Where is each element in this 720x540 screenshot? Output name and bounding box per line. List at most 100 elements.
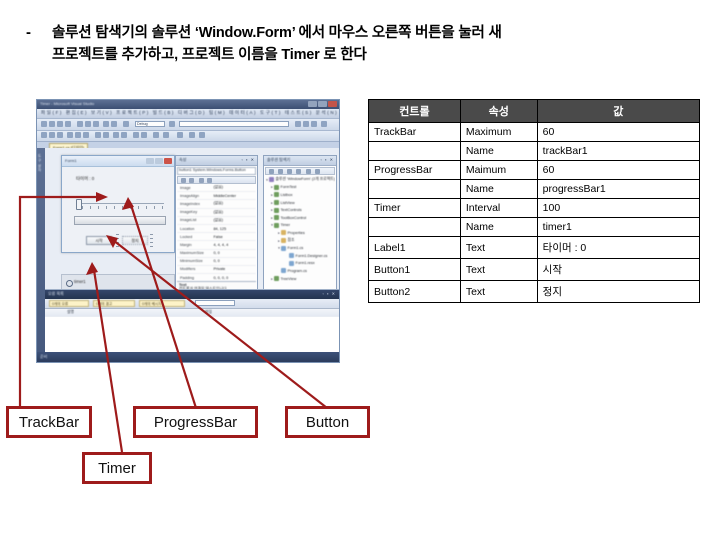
close-icon[interactable]	[328, 101, 337, 107]
refresh-icon[interactable]	[269, 169, 274, 174]
find-icon[interactable]	[169, 121, 175, 127]
error-list-filter-bar[interactable]: 0개의 오류 0개의 경고 0개의 메시지	[45, 299, 339, 309]
properties-panel-buttons[interactable]: ▫ ▪ ✕	[242, 157, 255, 162]
tree-node[interactable]: ▾ Timer	[265, 222, 335, 230]
tree-node[interactable]: ▸ ListView	[265, 199, 335, 207]
property-value[interactable]: 0, 0	[213, 251, 256, 255]
redo-icon[interactable]	[111, 121, 117, 127]
horizontal-spacing-icon[interactable]	[113, 132, 119, 138]
ide-toolbar-layout[interactable]	[37, 131, 339, 142]
property-value[interactable]: Private	[213, 267, 256, 271]
designer-progressbar1[interactable]	[74, 216, 166, 225]
tree-node[interactable]: ▸ Listbox	[265, 191, 335, 199]
undo-icon[interactable]	[103, 121, 109, 127]
error-list-grid[interactable]	[45, 316, 339, 352]
tree-node[interactable]: ▸ TreeView	[265, 275, 335, 283]
property-row[interactable]: ImageList (없음)	[177, 217, 256, 225]
toolbox-icon[interactable]	[295, 121, 301, 127]
properties-toolbar[interactable]	[177, 176, 256, 184]
start-debug-icon[interactable]	[123, 121, 129, 127]
ide-toolbar-main[interactable]: Debug	[37, 119, 339, 131]
property-row[interactable]: MinimumSize 0, 0	[177, 258, 256, 266]
refresh-tree-icon[interactable]	[306, 169, 311, 174]
property-value[interactable]: (없음)	[213, 185, 256, 190]
tree-node[interactable]: ▸ FormTest	[265, 184, 335, 192]
property-value[interactable]: 84, 125	[213, 227, 256, 231]
align-left-icon[interactable]	[41, 132, 47, 138]
tree-node[interactable]: ▸ TextControls	[265, 206, 335, 214]
solution-explorer-icon[interactable]	[311, 121, 317, 127]
property-row[interactable]: Modifiers Private	[177, 266, 256, 275]
property-row[interactable]: ImageIndex (없음)	[177, 200, 256, 209]
tree-node[interactable]: Form1.Designer.cs	[265, 252, 335, 260]
toolbox-sidebar[interactable]: 도구 상자	[37, 148, 45, 352]
tree-node[interactable]: ▾ 솔루션 'WindowForm' (2개 프로젝트)	[265, 176, 335, 184]
preview-icon[interactable]	[199, 132, 205, 138]
properties-window-icon[interactable]	[303, 121, 309, 127]
properties-view-icon[interactable]	[199, 178, 204, 183]
solution-explorer-toolbar[interactable]	[265, 167, 335, 175]
tree-node[interactable]: Program.cs	[265, 267, 335, 275]
show-all-files-icon[interactable]	[278, 169, 283, 174]
solution-explorer-buttons[interactable]: ▫ ▪ ✕	[321, 157, 334, 162]
tree-node[interactable]: ▸ Properties	[265, 229, 335, 237]
align-middle-icon[interactable]	[75, 132, 81, 138]
column-description[interactable]: 설명	[67, 310, 74, 315]
save-icon[interactable]	[57, 121, 63, 127]
new-project-icon[interactable]	[41, 121, 47, 127]
designer-button2[interactable]: 정지	[122, 236, 148, 245]
property-value[interactable]: 0, 0	[213, 259, 256, 263]
lock-controls-icon[interactable]	[163, 132, 169, 138]
view-designer-icon[interactable]	[296, 169, 301, 174]
grid-icon[interactable]	[177, 132, 183, 138]
debug-config-combo[interactable]: Debug	[135, 121, 165, 127]
view-code-icon[interactable]	[287, 169, 292, 174]
column-file[interactable]: 파일	[205, 310, 212, 315]
form-designer-surface[interactable]: Form1 타이머 : 0 시작 정지	[61, 155, 175, 253]
property-value[interactable]: (없음)	[213, 218, 256, 223]
align-top-icon[interactable]	[67, 132, 73, 138]
designer-button1[interactable]: 시작	[86, 236, 112, 245]
property-row[interactable]: ImageKey (없음)	[177, 209, 256, 217]
property-value[interactable]: False	[213, 235, 256, 239]
error-list-window-buttons[interactable]: ▫ ▪ ✕	[323, 291, 336, 296]
property-row[interactable]: ImageAlign MiddleCenter	[177, 192, 256, 201]
designer-label1[interactable]: 타이머 : 0	[76, 176, 94, 182]
bring-to-front-icon[interactable]	[133, 132, 139, 138]
properties-icon[interactable]	[315, 169, 320, 174]
tree-node[interactable]: ▾ Form1.cs	[265, 244, 335, 252]
property-row[interactable]: Location 84, 125	[177, 225, 256, 234]
maximize-icon[interactable]	[318, 101, 327, 107]
align-right-icon[interactable]	[57, 132, 63, 138]
align-center-icon[interactable]	[49, 132, 55, 138]
property-value[interactable]: 0, 0, 0, 0	[213, 276, 256, 280]
open-file-icon[interactable]	[49, 121, 55, 127]
properties-panel[interactable]: 속성 ▫ ▪ ✕ button1 System.Windows.Forms.Bu…	[175, 155, 258, 305]
make-same-width-icon[interactable]	[95, 132, 101, 138]
tray-item-timer1[interactable]: timer1	[74, 279, 86, 284]
solution-explorer-hscrollbar[interactable]	[265, 362, 335, 363]
zoom-icon[interactable]	[189, 132, 195, 138]
filter-errors-button[interactable]: 0개의 오류	[49, 300, 89, 307]
make-same-height-icon[interactable]	[103, 132, 109, 138]
events-view-icon[interactable]	[207, 178, 212, 183]
property-value[interactable]: MiddleCenter	[213, 194, 256, 198]
send-to-back-icon[interactable]	[141, 132, 147, 138]
properties-selection-combo[interactable]: button1 System.Windows.Forms.Button	[177, 167, 256, 175]
find-input[interactable]	[179, 121, 289, 127]
window-controls[interactable]	[308, 101, 337, 107]
tree-node[interactable]: ▸ 참조	[265, 237, 335, 245]
error-list-panel[interactable]: 오류 목록 ▫ ▪ ✕ 0개의 오류 0개의 경고 0개의 메시지 설명 파일	[45, 289, 339, 352]
property-value[interactable]: (없음)	[213, 201, 256, 206]
property-row[interactable]: Image (없음)	[177, 184, 256, 193]
properties-grid[interactable]: Image (없음) ImageAlign MiddleCenter ImageIn…	[177, 184, 256, 280]
designer-trackbar1[interactable]	[74, 199, 166, 210]
filter-messages-button[interactable]: 0개의 메시지	[139, 300, 185, 307]
object-browser-icon[interactable]	[321, 121, 327, 127]
property-row[interactable]: Margin 4, 4, 4, 4	[177, 241, 256, 250]
property-row[interactable]: Locked False	[177, 233, 256, 242]
filter-warnings-button[interactable]: 0개의 경고	[93, 300, 135, 307]
align-bottom-icon[interactable]	[83, 132, 89, 138]
property-value[interactable]: (없음)	[213, 210, 256, 215]
alphabetical-icon[interactable]	[189, 178, 194, 183]
